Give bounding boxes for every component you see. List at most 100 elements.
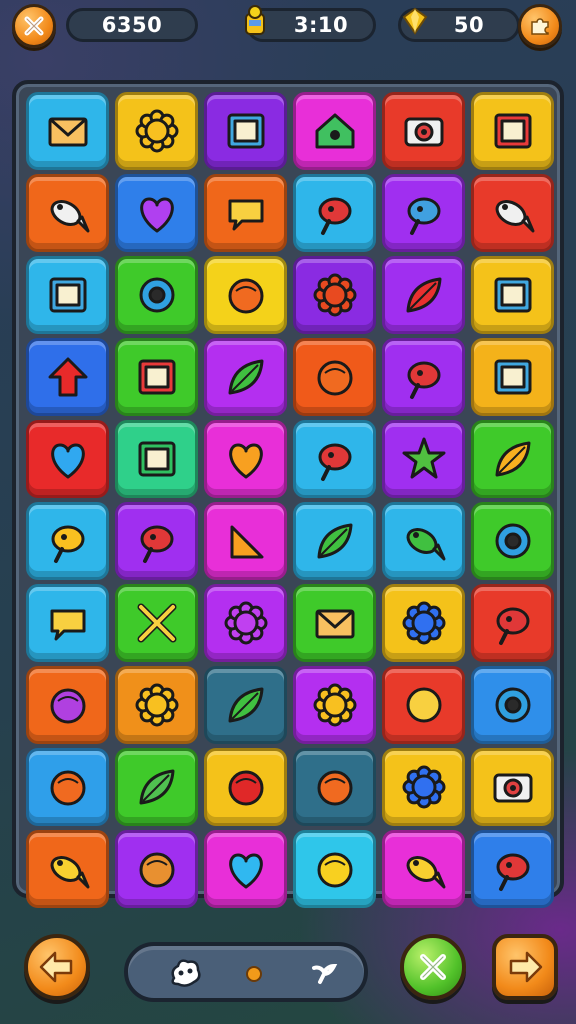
trophy-character-icon bbox=[240, 5, 270, 36]
mail-icon bbox=[315, 609, 354, 639]
game-tile[interactable] bbox=[26, 174, 109, 252]
cancel-button[interactable] bbox=[400, 934, 466, 1000]
game-tile[interactable] bbox=[115, 666, 198, 744]
close-button[interactable] bbox=[12, 4, 56, 48]
game-tile[interactable] bbox=[115, 92, 198, 170]
game-tile[interactable] bbox=[115, 256, 198, 334]
game-tile[interactable] bbox=[204, 830, 287, 908]
game-tile[interactable] bbox=[26, 830, 109, 908]
yellow-shoe-icon bbox=[406, 687, 441, 723]
game-tile[interactable] bbox=[382, 830, 465, 908]
back-button[interactable] bbox=[24, 934, 90, 1000]
game-tile[interactable] bbox=[26, 92, 109, 170]
game-tile[interactable] bbox=[382, 338, 465, 416]
game-tile[interactable] bbox=[204, 338, 287, 416]
game-tile[interactable] bbox=[26, 338, 109, 416]
game-tile[interactable] bbox=[115, 748, 198, 826]
photo-frame-icon bbox=[494, 359, 531, 395]
game-tile[interactable] bbox=[26, 502, 109, 580]
game-tile[interactable] bbox=[26, 256, 109, 334]
game-tile[interactable] bbox=[26, 420, 109, 498]
folder-icon bbox=[494, 277, 531, 313]
game-tile[interactable] bbox=[382, 748, 465, 826]
game-tile[interactable] bbox=[471, 584, 554, 662]
game-tile[interactable] bbox=[382, 256, 465, 334]
red-tag-icon bbox=[318, 443, 351, 481]
purple-blob-icon bbox=[50, 688, 85, 724]
game-tile[interactable] bbox=[26, 666, 109, 744]
gear-blob-icon[interactable] bbox=[166, 956, 204, 990]
blue-heart-icon bbox=[50, 443, 85, 479]
game-tile[interactable] bbox=[382, 174, 465, 252]
game-tile[interactable] bbox=[293, 830, 376, 908]
game-tile[interactable] bbox=[471, 420, 554, 498]
card-icon bbox=[49, 277, 86, 313]
game-tile[interactable] bbox=[471, 92, 554, 170]
game-tile[interactable] bbox=[471, 666, 554, 744]
game-tile[interactable] bbox=[293, 502, 376, 580]
game-tile[interactable] bbox=[204, 502, 287, 580]
orange-heart-icon bbox=[228, 443, 263, 479]
game-tile[interactable] bbox=[204, 92, 287, 170]
game-tile[interactable] bbox=[115, 502, 198, 580]
red-pin-icon bbox=[496, 607, 529, 645]
robot-box-icon bbox=[493, 773, 532, 803]
puzzle-button[interactable] bbox=[518, 4, 562, 48]
game-tile[interactable] bbox=[471, 338, 554, 416]
red-arrow-up-icon bbox=[48, 357, 87, 397]
game-tile[interactable] bbox=[26, 748, 109, 826]
game-tile[interactable] bbox=[293, 584, 376, 662]
tile-grid bbox=[26, 92, 554, 908]
score-display: 6350 bbox=[66, 8, 198, 42]
game-tile[interactable] bbox=[382, 666, 465, 744]
picture-frame-icon bbox=[227, 113, 264, 149]
game-tile[interactable] bbox=[471, 830, 554, 908]
game-tile[interactable] bbox=[293, 666, 376, 744]
game-tile[interactable] bbox=[115, 584, 198, 662]
game-tile[interactable] bbox=[293, 174, 376, 252]
bird-icon bbox=[407, 361, 440, 399]
game-tile[interactable] bbox=[115, 338, 198, 416]
game-tile[interactable] bbox=[382, 502, 465, 580]
game-tile[interactable] bbox=[204, 584, 287, 662]
red-flower-icon bbox=[313, 273, 356, 317]
game-tile[interactable] bbox=[293, 748, 376, 826]
game-tile[interactable] bbox=[293, 92, 376, 170]
game-tile[interactable] bbox=[115, 420, 198, 498]
red-rose-icon bbox=[228, 770, 263, 806]
sun-badge-icon bbox=[313, 683, 356, 727]
crossed-swords-icon bbox=[137, 603, 176, 643]
game-tile[interactable] bbox=[382, 420, 465, 498]
game-tile[interactable] bbox=[471, 748, 554, 826]
game-tile[interactable] bbox=[26, 584, 109, 662]
game-tile[interactable] bbox=[204, 748, 287, 826]
cookie-icon bbox=[139, 852, 174, 888]
game-tile[interactable] bbox=[115, 830, 198, 908]
game-tile[interactable] bbox=[293, 338, 376, 416]
game-tile[interactable] bbox=[204, 666, 287, 744]
hammer-icon bbox=[407, 197, 440, 235]
game-tile[interactable] bbox=[382, 92, 465, 170]
game-tile[interactable] bbox=[204, 420, 287, 498]
game-tile[interactable] bbox=[471, 174, 554, 252]
game-tile[interactable] bbox=[204, 256, 287, 334]
sun-gear-icon bbox=[135, 109, 178, 153]
yellow-bird-icon bbox=[51, 525, 84, 563]
game-tile[interactable] bbox=[471, 256, 554, 334]
green-leaf-icon bbox=[228, 359, 263, 395]
sprout-icon[interactable] bbox=[310, 962, 338, 986]
blue-ring-icon bbox=[495, 523, 530, 559]
red-stamp-icon bbox=[496, 853, 529, 891]
chat-bubble-icon bbox=[50, 609, 85, 641]
next-button[interactable] bbox=[492, 934, 558, 1000]
purple-heart-icon bbox=[139, 197, 174, 233]
game-tile[interactable] bbox=[293, 256, 376, 334]
shell-orange-icon bbox=[50, 770, 85, 806]
close-x-icon bbox=[24, 16, 44, 36]
game-tile[interactable] bbox=[293, 420, 376, 498]
game-tile[interactable] bbox=[471, 502, 554, 580]
game-tile[interactable] bbox=[204, 174, 287, 252]
game-tile[interactable] bbox=[382, 584, 465, 662]
game-tile[interactable] bbox=[115, 174, 198, 252]
flag-icon bbox=[138, 359, 175, 395]
